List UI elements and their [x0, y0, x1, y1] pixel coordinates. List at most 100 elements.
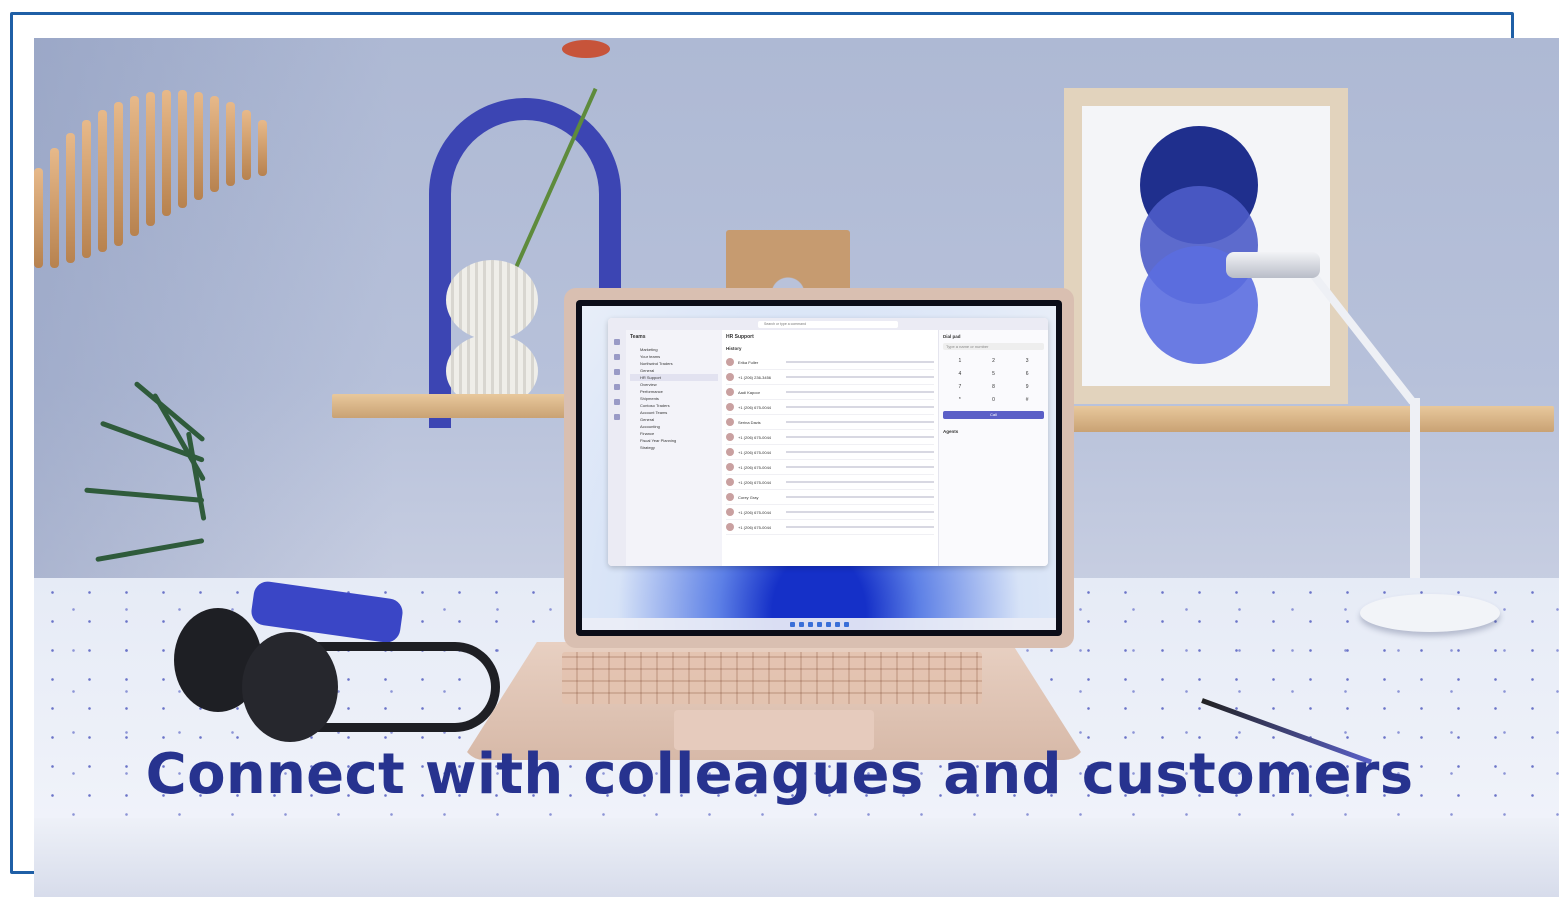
dial-key[interactable]: 5 [977, 371, 1011, 377]
avatar [726, 433, 734, 441]
cork-block [726, 230, 850, 294]
windows-taskbar [582, 618, 1056, 630]
history-row[interactable]: Serina Davis [726, 415, 934, 430]
store-icon[interactable] [834, 621, 840, 627]
avatar [726, 448, 734, 456]
team-item[interactable]: Overview [630, 381, 718, 388]
row-detail [786, 451, 934, 453]
row-detail [786, 496, 934, 498]
dial-key[interactable]: 8 [977, 384, 1011, 390]
caller-name: +1 (206) 675-0044 [738, 464, 772, 470]
caller-name: +1 (206) 236-3456 [738, 374, 772, 380]
calls-pane: HR Support History Erika Fuller +1 (206)… [722, 330, 938, 566]
row-detail [786, 376, 934, 378]
search-input[interactable]: Search or type a command [758, 320, 898, 328]
team-item[interactable]: Accounting [630, 423, 718, 430]
caller-name: +1 (206) 675-0044 [738, 404, 772, 410]
lamp-base [1360, 594, 1500, 632]
dial-key[interactable]: * [943, 397, 977, 403]
history-row[interactable]: +1 (206) 675-0044 [726, 505, 934, 520]
avatar [726, 523, 734, 531]
team-item[interactable]: General [630, 416, 718, 423]
dial-input[interactable]: Type a name or number [943, 343, 1044, 350]
caller-name: +1 (206) 675-0044 [738, 509, 772, 515]
team-item[interactable]: Fiscal Year Planning [630, 437, 718, 444]
framed-circle-art [1064, 88, 1348, 404]
dial-key[interactable]: 3 [1010, 358, 1044, 364]
dial-key[interactable]: 7 [943, 384, 977, 390]
row-detail [786, 361, 934, 363]
history-row[interactable]: +1 (206) 675-0044 [726, 520, 934, 535]
edge-icon[interactable] [825, 621, 831, 627]
teams-list-title: Teams [630, 334, 646, 340]
dial-key[interactable]: 6 [1010, 371, 1044, 377]
dial-keys: 1 2 3 4 5 6 7 8 9 * 0 # [943, 358, 1044, 403]
teams-icon[interactable] [614, 369, 620, 375]
avatar [726, 493, 734, 501]
search-icon[interactable] [798, 621, 804, 627]
team-item[interactable]: Contoso Traders [630, 402, 718, 409]
team-item-selected[interactable]: HR Support [630, 374, 718, 381]
caller-name: Erika Fuller [738, 359, 759, 365]
history-row[interactable]: +1 (206) 675-0044 [726, 445, 934, 460]
team-item[interactable]: Shipments [630, 395, 718, 402]
team-item[interactable]: Strategy [630, 444, 718, 451]
history-row[interactable]: Erika Fuller [726, 355, 934, 370]
headphone-ear-cup [242, 632, 338, 742]
dial-key[interactable]: 1 [943, 358, 977, 364]
desk-edge [34, 818, 1559, 897]
call-button[interactable]: Call [943, 411, 1044, 419]
avatar [726, 403, 734, 411]
avatar [726, 478, 734, 486]
vase [446, 260, 538, 340]
dial-key[interactable]: 2 [977, 358, 1011, 364]
caller-name: Corey Gray [738, 494, 759, 500]
dial-pad-panel: Dial pad Type a name or number 1 2 3 4 5… [938, 330, 1048, 566]
avatar [726, 358, 734, 366]
desk-lamp-head [1226, 252, 1320, 278]
chat-icon[interactable] [614, 354, 620, 360]
team-item[interactable]: Your teams [630, 353, 718, 360]
caller-name: Aadi Kapoor [738, 389, 761, 395]
team-item[interactable]: Finance [630, 430, 718, 437]
dial-key[interactable]: # [1010, 397, 1044, 403]
calls-icon[interactable] [614, 399, 620, 405]
dial-key[interactable]: 4 [943, 371, 977, 377]
dial-key[interactable]: 0 [977, 397, 1011, 403]
channel-title: HR Support [726, 334, 754, 340]
team-item[interactable]: General [630, 367, 718, 374]
team-item[interactable]: Northwind Traders [630, 360, 718, 367]
files-icon[interactable] [614, 414, 620, 420]
team-item[interactable]: Account Teams [630, 409, 718, 416]
teams-list: Teams Marketing Your teams Northwind Tra… [626, 330, 722, 566]
dial-key[interactable]: 9 [1010, 384, 1044, 390]
team-item[interactable]: Marketing [630, 346, 718, 353]
avatar [726, 418, 734, 426]
desktop-wallpaper: Search or type a command Teams Marketing… [582, 306, 1056, 630]
teams-titlebar: Search or type a command [608, 318, 1048, 330]
history-row[interactable]: Aadi Kapoor [726, 385, 934, 400]
caller-name: +1 (206) 675-0044 [738, 449, 772, 455]
outlook-icon[interactable] [843, 621, 849, 627]
history-row[interactable]: +1 (206) 236-3456 [726, 370, 934, 385]
caller-name: Serina Davis [738, 419, 761, 425]
explorer-icon[interactable] [816, 621, 822, 627]
app-rail [608, 330, 626, 566]
left-shelf [332, 394, 592, 418]
history-row[interactable]: +1 (206) 675-0044 [726, 460, 934, 475]
caller-name: +1 (206) 675-0044 [738, 479, 772, 485]
row-detail [786, 436, 934, 438]
history-row[interactable]: +1 (206) 675-0044 [726, 400, 934, 415]
teams-app-icon[interactable] [807, 621, 813, 627]
history-row[interactable]: +1 (206) 675-0044 [726, 475, 934, 490]
avatar [726, 373, 734, 381]
history-row[interactable]: Corey Gray [726, 490, 934, 505]
teams-window: Search or type a command Teams Marketing… [608, 318, 1048, 566]
team-item[interactable]: Performance [630, 388, 718, 395]
calendar-icon[interactable] [614, 384, 620, 390]
history-row[interactable]: +1 (206) 675-0044 [726, 430, 934, 445]
row-detail [786, 481, 934, 483]
start-icon[interactable] [789, 621, 795, 627]
activity-icon[interactable] [614, 339, 620, 345]
art-mat [1082, 106, 1330, 386]
